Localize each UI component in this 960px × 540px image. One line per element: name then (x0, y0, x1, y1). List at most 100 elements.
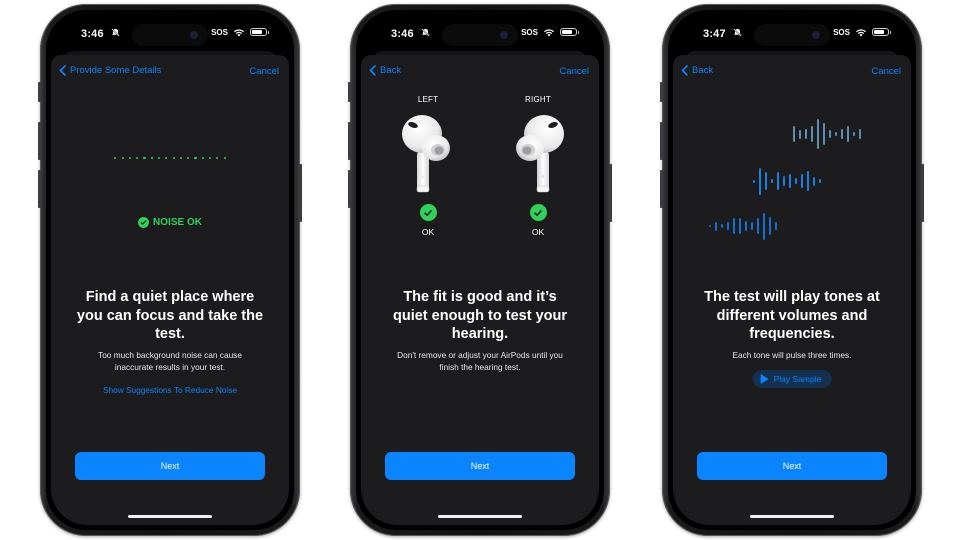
noise-level-meter (51, 157, 289, 160)
noise-dot (114, 157, 117, 160)
battery-icon (560, 28, 579, 36)
play-sample-button[interactable]: Play Sample (752, 370, 832, 388)
next-button[interactable]: Next (75, 452, 265, 480)
wifi-icon (856, 29, 866, 37)
status-bar: 3:46 SOS (51, 15, 289, 55)
noise-dot (172, 157, 175, 160)
waveform-bar (800, 174, 804, 188)
noise-dot (216, 157, 219, 160)
waveform-bar (709, 224, 712, 228)
waveform-bar (714, 221, 718, 231)
right-status: OK (531, 227, 545, 237)
waveform-bar (846, 125, 850, 143)
back-label: Back (380, 65, 402, 76)
status-bar: 3:46 SOS (361, 15, 599, 55)
status-bar: 3:47 SOS (673, 15, 911, 55)
page-title: The test will play tones at different vo… (704, 289, 880, 342)
page-subtitle: Each tone will pulse three times. (732, 350, 852, 360)
next-button[interactable]: Next (697, 452, 887, 480)
checkmark-circle-icon (138, 217, 150, 228)
wifi-icon (544, 29, 554, 37)
sos-indicator: SOS (521, 27, 538, 37)
status-time: 3:46 (81, 28, 104, 40)
page-subtitle: Too much background noise can cause inac… (98, 350, 242, 372)
noise-dot (223, 157, 226, 160)
noise-dot (121, 157, 124, 160)
chevron-left-icon (59, 65, 66, 76)
sos-indicator: SOS (833, 27, 850, 37)
volume-up-button (38, 122, 41, 160)
waveform-bottom (709, 211, 778, 241)
noise-status-label: NOISE OK (153, 217, 202, 228)
noise-dot (179, 157, 183, 160)
camera-icon (812, 31, 820, 39)
action-button (348, 82, 351, 102)
noise-status: NOISE OK (51, 217, 289, 228)
svg-text:R: R (542, 174, 545, 179)
waveform-bar (750, 221, 754, 231)
page-title: Find a quiet place where you can focus a… (76, 289, 264, 342)
show-suggestions-link[interactable]: Show Suggestions To Reduce Noise (51, 385, 289, 395)
waveform-bar (810, 125, 814, 143)
navigation-bar: Back Cancel (673, 65, 911, 81)
checkmark-circle-icon (529, 204, 547, 221)
back-button[interactable]: Back (369, 65, 401, 76)
noise-dot (143, 157, 146, 160)
status-time: 3:46 (391, 28, 414, 40)
screen: 3:47 SOS Back Cancel The test will play … (673, 15, 911, 525)
waveform-bar (732, 217, 736, 235)
waveform-bar (804, 128, 808, 140)
dynamic-island (442, 24, 518, 46)
cancel-button[interactable]: Cancel (249, 66, 279, 77)
waveform-bar (834, 132, 838, 136)
noise-dot (194, 157, 197, 160)
airpod-left-image: L (402, 115, 450, 193)
side-button (921, 164, 924, 222)
noise-dot (128, 157, 132, 160)
home-indicator[interactable] (128, 515, 212, 518)
navigation-bar: Back Cancel (361, 65, 599, 81)
next-button[interactable]: Next (385, 452, 575, 480)
action-button (660, 82, 663, 102)
waveform-bar (776, 172, 780, 190)
navigation-bar: Provide Some Details Cancel (51, 65, 289, 81)
play-sample-label: Play Sample (773, 374, 822, 384)
waveform-bar (816, 119, 820, 149)
left-status: OK (421, 227, 435, 237)
bell-slash-icon (421, 28, 430, 39)
checkmark-circle-icon (419, 204, 437, 221)
back-button[interactable]: Provide Some Details (59, 65, 161, 76)
back-button[interactable]: Back (681, 65, 713, 76)
cancel-button[interactable]: Cancel (871, 66, 901, 77)
home-indicator[interactable] (438, 515, 522, 518)
camera-icon (500, 31, 508, 39)
waveform-bar (818, 179, 822, 183)
page-title: The fit is good and it’s quiet enough to… (393, 289, 567, 342)
screen: 3:46 SOS Provide Some Details Cancel NOI… (51, 15, 289, 525)
sheet: Back Cancel The test will play tones at … (673, 55, 911, 525)
noise-dot (201, 157, 204, 160)
noise-dot (187, 157, 190, 160)
right-airpod-fit: RIGHT R OK (503, 95, 573, 237)
waveform-bar (726, 221, 730, 231)
phone-frame-1: 3:46 SOS Provide Some Details Cancel NOI… (38, 4, 302, 536)
home-indicator[interactable] (750, 515, 834, 518)
volume-up-button (348, 122, 351, 160)
phone-frame-2: 3:46 SOS Back Cancel LEFT L OK RIGHT R O… (348, 4, 612, 536)
battery-icon (250, 28, 269, 36)
waveform-bar (758, 167, 762, 195)
cancel-button[interactable]: Cancel (559, 66, 589, 77)
waveform-bar (768, 217, 772, 235)
left-label: LEFT (417, 95, 439, 104)
waveform-bar (852, 132, 856, 136)
status-time: 3:47 (703, 28, 726, 40)
dynamic-island (754, 24, 830, 46)
volume-down-button (38, 170, 41, 208)
waveform-bar (812, 176, 816, 186)
noise-dot (165, 157, 168, 160)
waveform-bar (738, 217, 742, 235)
waveform-bar (753, 179, 756, 183)
sos-indicator: SOS (211, 27, 228, 37)
camera-icon (190, 31, 198, 39)
waveform-bar (788, 174, 792, 188)
